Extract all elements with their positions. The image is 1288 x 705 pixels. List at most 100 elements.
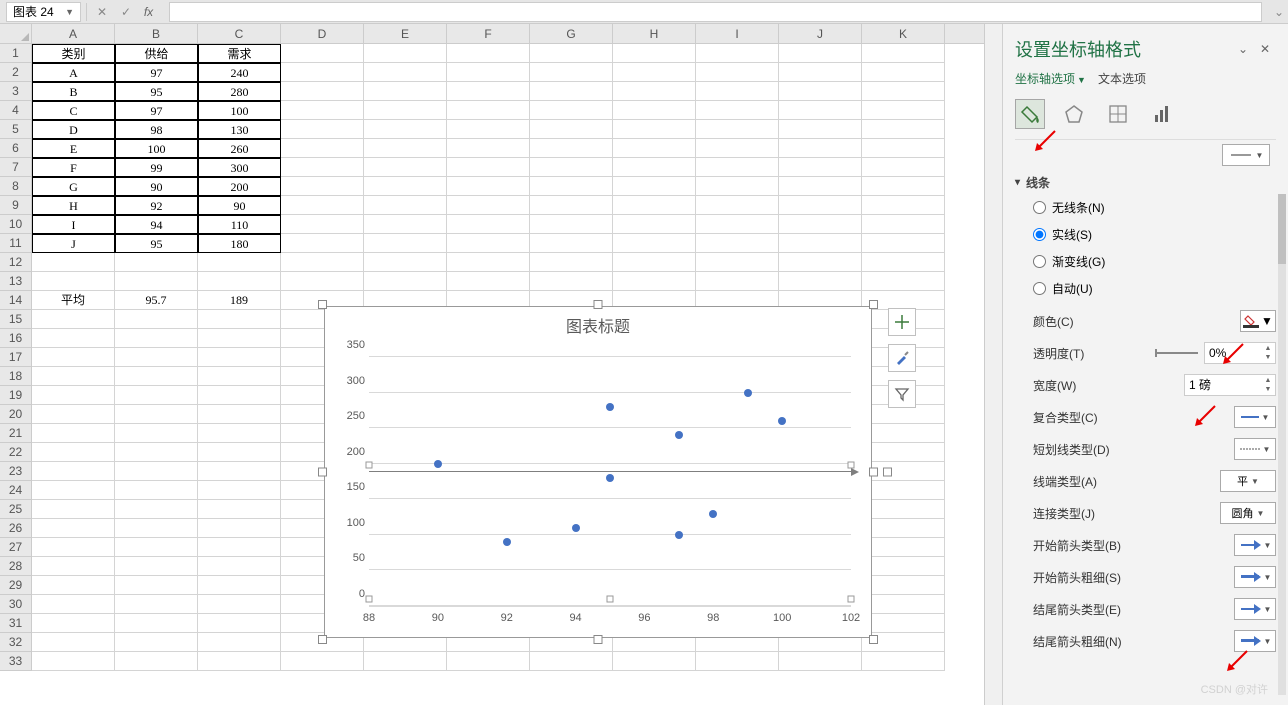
column-header[interactable]: D bbox=[281, 24, 364, 43]
resize-handle[interactable] bbox=[318, 635, 327, 644]
cell[interactable] bbox=[115, 329, 198, 348]
cell[interactable] bbox=[115, 253, 198, 272]
chart-filters-button[interactable] bbox=[888, 380, 916, 408]
cell[interactable]: 280 bbox=[198, 82, 281, 101]
cell[interactable] bbox=[530, 63, 613, 82]
cell[interactable]: 需求 bbox=[198, 44, 281, 63]
cell[interactable] bbox=[447, 101, 530, 120]
row-header[interactable]: 22 bbox=[0, 443, 32, 462]
cell[interactable]: F bbox=[32, 158, 115, 177]
cell[interactable] bbox=[447, 177, 530, 196]
radio-solid-line[interactable]: 实线(S) bbox=[1033, 226, 1276, 243]
cell[interactable] bbox=[281, 177, 364, 196]
plot-selection-handle[interactable] bbox=[607, 596, 614, 603]
tab-text-options[interactable]: 文本选项 bbox=[1098, 70, 1146, 87]
cell[interactable] bbox=[115, 595, 198, 614]
cell[interactable] bbox=[862, 196, 945, 215]
row-header[interactable]: 28 bbox=[0, 557, 32, 576]
chart-horizontal-axis-line[interactable] bbox=[369, 471, 853, 472]
data-point[interactable] bbox=[606, 474, 614, 482]
radio-no-line[interactable]: 无线条(N) bbox=[1033, 199, 1276, 216]
cell[interactable] bbox=[198, 348, 281, 367]
cell[interactable] bbox=[779, 234, 862, 253]
cell[interactable] bbox=[198, 519, 281, 538]
cell[interactable]: 95.7 bbox=[115, 291, 198, 310]
dash-type-dropdown[interactable]: ▼ bbox=[1234, 438, 1276, 460]
cell[interactable] bbox=[447, 234, 530, 253]
cell[interactable] bbox=[364, 196, 447, 215]
cell[interactable]: 平均 bbox=[32, 291, 115, 310]
formula-input[interactable] bbox=[169, 2, 1262, 22]
vertical-scrollbar[interactable] bbox=[984, 24, 1002, 705]
cell[interactable] bbox=[862, 44, 945, 63]
cell[interactable] bbox=[447, 44, 530, 63]
row-header[interactable]: 21 bbox=[0, 424, 32, 443]
cell[interactable] bbox=[613, 196, 696, 215]
cell[interactable] bbox=[530, 234, 613, 253]
chart-object[interactable]: 图表标题 05010015020025030035088909294969810… bbox=[318, 300, 878, 644]
cell[interactable]: 95 bbox=[115, 234, 198, 253]
cell[interactable] bbox=[696, 253, 779, 272]
cell[interactable] bbox=[613, 82, 696, 101]
resize-handle[interactable] bbox=[869, 300, 878, 309]
cell[interactable] bbox=[198, 614, 281, 633]
cell[interactable] bbox=[779, 652, 862, 671]
plot-selection-handle[interactable] bbox=[848, 596, 855, 603]
cell[interactable] bbox=[32, 443, 115, 462]
column-header[interactable]: G bbox=[530, 24, 613, 43]
cell[interactable] bbox=[281, 63, 364, 82]
cell[interactable] bbox=[32, 500, 115, 519]
cell[interactable] bbox=[198, 424, 281, 443]
cell[interactable] bbox=[613, 44, 696, 63]
row-header[interactable]: 32 bbox=[0, 633, 32, 652]
cell[interactable] bbox=[32, 253, 115, 272]
cell[interactable]: 180 bbox=[198, 234, 281, 253]
row-header[interactable]: 5 bbox=[0, 120, 32, 139]
resize-handle[interactable] bbox=[594, 635, 603, 644]
cell[interactable] bbox=[447, 120, 530, 139]
join-type-dropdown[interactable]: 圆角▼ bbox=[1220, 502, 1276, 524]
row-header[interactable]: 31 bbox=[0, 614, 32, 633]
cell[interactable] bbox=[696, 215, 779, 234]
column-header[interactable]: B bbox=[115, 24, 198, 43]
cell[interactable] bbox=[530, 158, 613, 177]
cell[interactable] bbox=[364, 158, 447, 177]
cell[interactable] bbox=[364, 215, 447, 234]
cell[interactable] bbox=[779, 101, 862, 120]
cell[interactable] bbox=[613, 101, 696, 120]
cell[interactable] bbox=[862, 82, 945, 101]
cell[interactable] bbox=[281, 234, 364, 253]
cell[interactable] bbox=[696, 101, 779, 120]
cell[interactable] bbox=[530, 82, 613, 101]
row-header[interactable]: 11 bbox=[0, 234, 32, 253]
cell[interactable] bbox=[115, 310, 198, 329]
cell[interactable] bbox=[281, 158, 364, 177]
cell[interactable] bbox=[613, 234, 696, 253]
cell[interactable] bbox=[281, 101, 364, 120]
cell[interactable] bbox=[364, 139, 447, 158]
row-header[interactable]: 15 bbox=[0, 310, 32, 329]
cell[interactable]: I bbox=[32, 215, 115, 234]
cancel-formula-button[interactable]: ✕ bbox=[91, 3, 113, 21]
begin-arrow-size-dropdown[interactable]: ▼ bbox=[1234, 566, 1276, 588]
cell[interactable] bbox=[115, 557, 198, 576]
cell[interactable] bbox=[613, 177, 696, 196]
cell[interactable]: 260 bbox=[198, 139, 281, 158]
cell[interactable] bbox=[198, 405, 281, 424]
column-header[interactable]: H bbox=[613, 24, 696, 43]
radio-auto[interactable]: 自动(U) bbox=[1033, 280, 1276, 297]
fill-line-icon[interactable] bbox=[1015, 99, 1045, 129]
cell[interactable] bbox=[779, 82, 862, 101]
cell[interactable] bbox=[32, 367, 115, 386]
cell[interactable] bbox=[447, 63, 530, 82]
cell[interactable] bbox=[862, 63, 945, 82]
confirm-formula-button[interactable]: ✓ bbox=[115, 3, 137, 21]
cell[interactable] bbox=[198, 633, 281, 652]
cell[interactable]: 供给 bbox=[115, 44, 198, 63]
cell[interactable] bbox=[198, 500, 281, 519]
cell[interactable] bbox=[32, 538, 115, 557]
chart-frame[interactable]: 图表标题 05010015020025030035088909294969810… bbox=[324, 306, 872, 638]
cell[interactable] bbox=[364, 63, 447, 82]
cell[interactable] bbox=[613, 652, 696, 671]
cell[interactable] bbox=[530, 139, 613, 158]
